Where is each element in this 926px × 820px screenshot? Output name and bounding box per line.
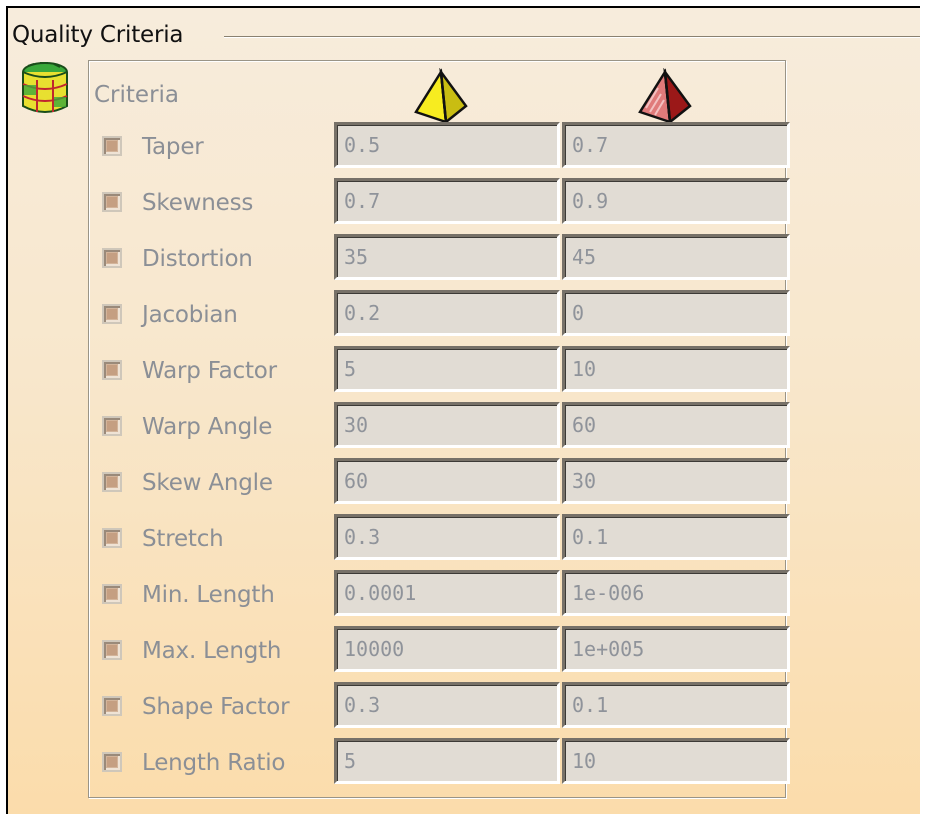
skewness-checkbox[interactable] bbox=[102, 192, 122, 212]
shape-factor-good-threshold-field[interactable]: 0.3 bbox=[334, 682, 560, 728]
distortion-good-threshold-field[interactable]: 35 bbox=[334, 234, 560, 280]
taper-good-threshold-field[interactable]: 0.5 bbox=[334, 122, 560, 168]
taper-checkbox[interactable] bbox=[102, 136, 122, 156]
criteria-row-jacobian: Jacobian 0.2 0 bbox=[94, 290, 790, 338]
distortion-checkbox[interactable] bbox=[102, 248, 122, 268]
max-length-bad-threshold-field[interactable]: 1e+005 bbox=[562, 626, 790, 672]
skew-angle-checkbox[interactable] bbox=[102, 472, 122, 492]
criteria-row-taper: Taper 0.5 0.7 bbox=[94, 122, 790, 170]
stretch-checkbox[interactable] bbox=[102, 528, 122, 548]
jacobian-checkbox[interactable] bbox=[102, 304, 122, 324]
distortion-bad-threshold-field[interactable]: 45 bbox=[562, 234, 790, 280]
max-length-good-threshold-field[interactable]: 10000 bbox=[334, 626, 560, 672]
distortion-label: Distortion bbox=[142, 246, 253, 272]
criteria-row-warp-angle: Warp Angle 30 60 bbox=[94, 402, 790, 450]
skewness-bad-threshold-field[interactable]: 0.9 bbox=[562, 178, 790, 224]
skewness-label: Skewness bbox=[142, 190, 254, 216]
criteria-row-skew-angle: Skew Angle 60 30 bbox=[94, 458, 790, 506]
criteria-row-stretch: Stretch 0.3 0.1 bbox=[94, 514, 790, 562]
criteria-column-header: Criteria bbox=[94, 82, 180, 108]
min-length-bad-threshold-field[interactable]: 1e-006 bbox=[562, 570, 790, 616]
criteria-row-shape-factor: Shape Factor 0.3 0.1 bbox=[94, 682, 790, 730]
min-length-label: Min. Length bbox=[142, 582, 275, 608]
group-divider bbox=[224, 36, 920, 38]
warp-angle-good-threshold-field[interactable]: 30 bbox=[334, 402, 560, 448]
warp-factor-checkbox[interactable] bbox=[102, 360, 122, 380]
yellow-pyramid-icon bbox=[414, 68, 468, 124]
group-title: Quality Criteria bbox=[12, 22, 184, 48]
warp-factor-good-threshold-field[interactable]: 5 bbox=[334, 346, 560, 392]
warp-factor-bad-threshold-field[interactable]: 10 bbox=[562, 346, 790, 392]
criteria-row-length-ratio: Length Ratio 5 10 bbox=[94, 738, 790, 786]
skew-angle-label: Skew Angle bbox=[142, 470, 273, 496]
shape-factor-label: Shape Factor bbox=[142, 694, 290, 720]
max-length-label: Max. Length bbox=[142, 638, 282, 664]
quality-criteria-panel: Quality Criteria Criteria Taper 0.5 0.7 Ske… bbox=[6, 6, 920, 814]
criteria-row-max-length: Max. Length 10000 1e+005 bbox=[94, 626, 790, 674]
stretch-label: Stretch bbox=[142, 526, 224, 552]
warp-factor-label: Warp Factor bbox=[142, 358, 277, 384]
jacobian-good-threshold-field[interactable]: 0.2 bbox=[334, 290, 560, 336]
length-ratio-good-threshold-field[interactable]: 5 bbox=[334, 738, 560, 784]
shape-factor-bad-threshold-field[interactable]: 0.1 bbox=[562, 682, 790, 728]
length-ratio-bad-threshold-field[interactable]: 10 bbox=[562, 738, 790, 784]
skewness-good-threshold-field[interactable]: 0.7 bbox=[334, 178, 560, 224]
taper-bad-threshold-field[interactable]: 0.7 bbox=[562, 122, 790, 168]
criteria-row-min-length: Min. Length 0.0001 1e-006 bbox=[94, 570, 790, 618]
shape-factor-checkbox[interactable] bbox=[102, 696, 122, 716]
red-pyramid-icon bbox=[638, 68, 692, 124]
taper-label: Taper bbox=[142, 134, 204, 160]
min-length-checkbox[interactable] bbox=[102, 584, 122, 604]
stretch-bad-threshold-field[interactable]: 0.1 bbox=[562, 514, 790, 560]
length-ratio-label: Length Ratio bbox=[142, 750, 286, 776]
stretch-good-threshold-field[interactable]: 0.3 bbox=[334, 514, 560, 560]
jacobian-bad-threshold-field[interactable]: 0 bbox=[562, 290, 790, 336]
length-ratio-checkbox[interactable] bbox=[102, 752, 122, 772]
criteria-row-distortion: Distortion 35 45 bbox=[94, 234, 790, 282]
criteria-row-warp-factor: Warp Factor 5 10 bbox=[94, 346, 790, 394]
min-length-good-threshold-field[interactable]: 0.0001 bbox=[334, 570, 560, 616]
skew-angle-bad-threshold-field[interactable]: 30 bbox=[562, 458, 790, 504]
warp-angle-label: Warp Angle bbox=[142, 414, 273, 440]
jacobian-label: Jacobian bbox=[142, 302, 238, 328]
warp-angle-bad-threshold-field[interactable]: 60 bbox=[562, 402, 790, 448]
grid-mesh-icon bbox=[22, 62, 68, 113]
criteria-row-skewness: Skewness 0.7 0.9 bbox=[94, 178, 790, 226]
skew-angle-good-threshold-field[interactable]: 60 bbox=[334, 458, 560, 504]
warp-angle-checkbox[interactable] bbox=[102, 416, 122, 436]
max-length-checkbox[interactable] bbox=[102, 640, 122, 660]
